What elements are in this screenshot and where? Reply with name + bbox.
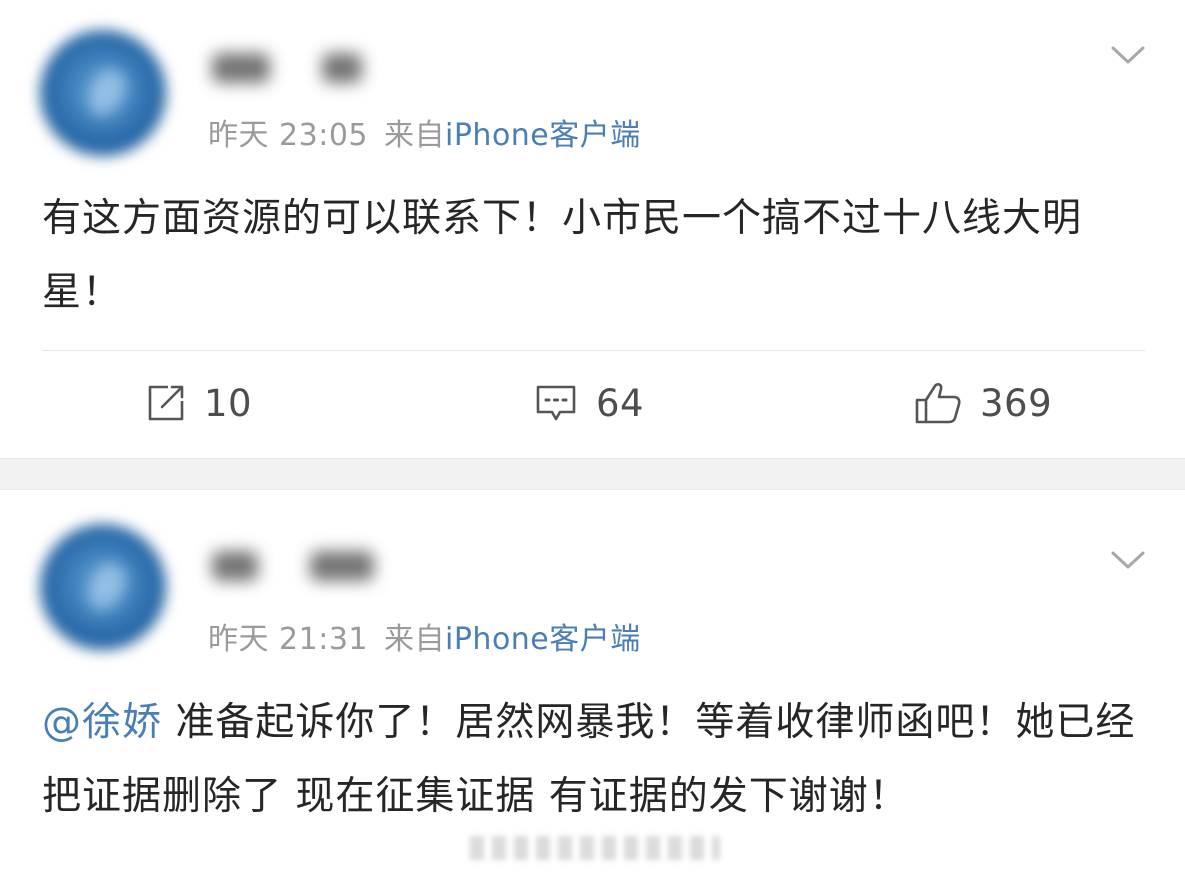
post-text: @徐娇 准备起诉你了！居然网暴我！等着收律师函吧！她已经把证据删除了 现在征集证… — [42, 686, 1152, 834]
post-meta: 昨天 21:31 来自iPhone客户端 — [208, 614, 641, 658]
like-button[interactable]: 369 — [914, 372, 1052, 434]
post-text: 有这方面资源的可以联系下！小市民一个搞不过十八线大明星！ — [42, 196, 1083, 315]
divider — [42, 350, 1145, 351]
repost-button[interactable]: 10 — [146, 372, 252, 434]
post-actions: 10 64 369 — [0, 372, 1185, 434]
watermark — [470, 836, 720, 860]
weibo-feed: 昨天 23:05 来自iPhone客户端 有这方面资源的可以联系下！小市民一个搞不… — [0, 0, 1185, 879]
post-card[interactable]: 昨天 21:31 来自iPhone客户端 @徐娇 准备起诉你了！居然网暴我！等着收… — [0, 490, 1185, 879]
feed-separator — [0, 458, 1185, 490]
comment-count: 64 — [596, 381, 645, 425]
post-source[interactable]: iPhone客户端 — [445, 118, 641, 153]
username-blurred[interactable] — [212, 548, 426, 584]
from-label: 来自 — [384, 622, 445, 657]
repost-count: 10 — [204, 381, 253, 425]
post-time: 昨天 21:31 — [208, 622, 368, 657]
post-time: 昨天 23:05 — [208, 118, 368, 153]
post-card[interactable]: 昨天 23:05 来自iPhone客户端 有这方面资源的可以联系下！小市民一个搞不… — [0, 0, 1185, 458]
like-count: 369 — [980, 381, 1053, 425]
comment-icon — [536, 385, 576, 421]
chevron-down-icon[interactable] — [1111, 550, 1145, 570]
post-meta: 昨天 23:05 来自iPhone客户端 — [208, 110, 641, 154]
post-body: 准备起诉你了！居然网暴我！等着收律师函吧！她已经把证据删除了 现在征集证据 有证… — [42, 700, 1136, 819]
thumbs-up-icon — [915, 383, 961, 424]
repost-icon — [148, 385, 184, 421]
post-source[interactable]: iPhone客户端 — [445, 622, 641, 657]
user-avatar[interactable] — [40, 524, 166, 650]
comment-button[interactable]: 64 — [534, 372, 644, 434]
user-avatar[interactable] — [40, 30, 166, 156]
mention-link[interactable]: @徐娇 — [42, 700, 162, 745]
from-label: 来自 — [384, 118, 445, 153]
username-blurred[interactable] — [212, 50, 414, 86]
chevron-down-icon[interactable] — [1111, 45, 1145, 65]
